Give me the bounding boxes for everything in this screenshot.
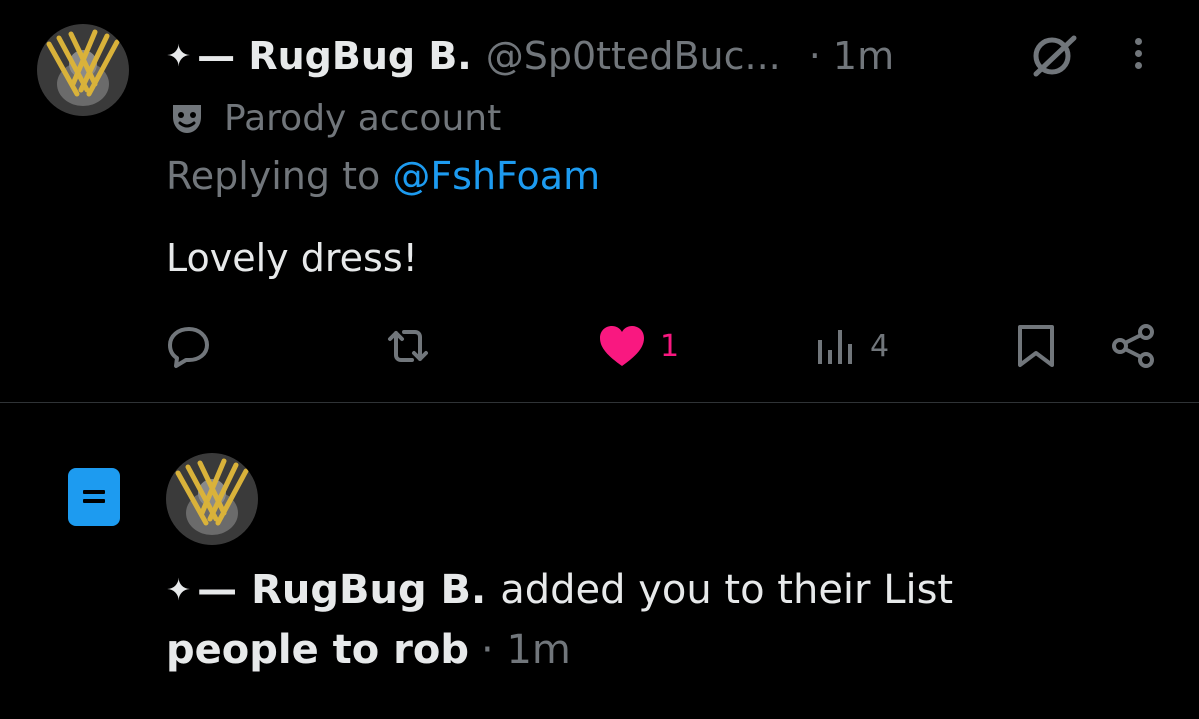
- repost-icon: [388, 330, 428, 362]
- share-button[interactable]: [1110, 318, 1158, 374]
- views-icon: [818, 330, 852, 364]
- avatar[interactable]: [37, 24, 129, 116]
- replying-to: Replying to @FshFoam: [166, 154, 600, 202]
- list-added-notification[interactable]: ✦ — RugBug B. added you to their List pe…: [0, 403, 1199, 719]
- user-handle[interactable]: @Sp0ttedBuc...: [486, 34, 781, 78]
- actor-name[interactable]: — RugBug B.: [197, 567, 486, 613]
- bookmark-button[interactable]: [1014, 318, 1058, 374]
- more-options-icon[interactable]: [1128, 34, 1148, 74]
- reply-mention-link[interactable]: @FshFoam: [392, 154, 600, 198]
- like-button[interactable]: 1: [598, 318, 679, 374]
- avatar[interactable]: [166, 453, 258, 545]
- post-actions: 1 4: [0, 318, 1199, 374]
- share-icon: [1112, 324, 1154, 368]
- grok-icon[interactable]: [1028, 34, 1080, 82]
- star-emoji: ✦: [166, 572, 192, 608]
- list-name-link[interactable]: people to rob: [166, 627, 469, 673]
- notifications-page: ✦ — RugBug B. @Sp0ttedBuc... · 1m Parody…: [0, 0, 1199, 719]
- views-button[interactable]: 4: [816, 318, 889, 374]
- notification-time: · 1m: [481, 627, 571, 673]
- notification-list-line: people to rob · 1m: [166, 623, 571, 677]
- reply-post[interactable]: ✦ — RugBug B. @Sp0ttedBuc... · 1m Parody…: [0, 0, 1199, 402]
- heart-icon: [600, 326, 644, 366]
- post-text: Lovely dress!: [166, 236, 418, 280]
- star-emoji: ✦: [166, 38, 192, 74]
- post-time[interactable]: · 1m: [809, 34, 894, 78]
- repost-button[interactable]: [384, 318, 446, 374]
- list-icon: [68, 468, 120, 530]
- reply-icon: [168, 327, 209, 368]
- post-header: ✦ — RugBug B. @Sp0ttedBuc... · 1m: [166, 26, 894, 86]
- parody-label: Parody account: [168, 96, 501, 140]
- parody-mask-icon: [173, 105, 201, 133]
- replying-prefix: Replying to: [166, 154, 393, 198]
- like-count: 1: [660, 328, 680, 364]
- display-name[interactable]: — RugBug B.: [197, 34, 472, 78]
- views-count: 4: [870, 328, 890, 364]
- notification-action-text: added you to their List: [500, 567, 954, 613]
- reply-button[interactable]: [166, 318, 226, 374]
- notification-text: ✦ — RugBug B. added you to their List: [166, 563, 953, 617]
- bookmark-icon: [1018, 325, 1054, 367]
- parody-label-text: Parody account: [224, 97, 502, 139]
